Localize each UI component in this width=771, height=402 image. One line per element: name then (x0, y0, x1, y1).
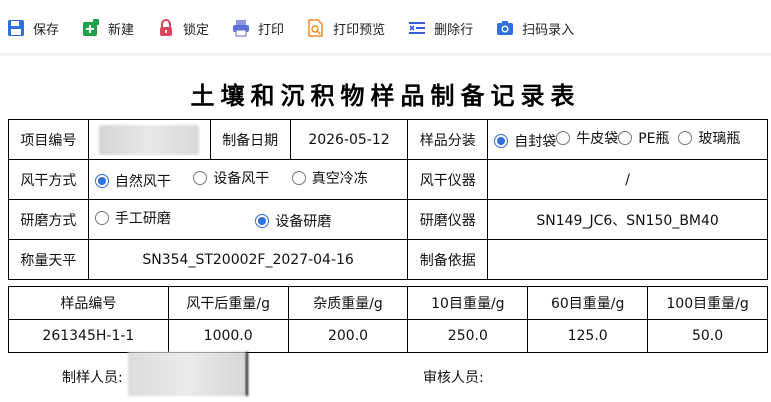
radio-label: 设备研磨 (275, 214, 332, 230)
dry-instrument-value[interactable]: / (487, 159, 768, 200)
radio-dot (556, 131, 571, 145)
radio-dot (193, 171, 208, 185)
radio-pack-kraft[interactable]: 牛皮袋 (556, 128, 618, 148)
pack-label: 样品分装 (407, 119, 489, 160)
scan-button[interactable]: 扫码录入 (495, 13, 574, 43)
new-label: 新建 (108, 22, 135, 38)
radio-dry-vacuum[interactable]: 真空冷冻 (291, 168, 368, 188)
project-no-value[interactable] (87, 119, 211, 160)
dry-method-options: 自然风干 设备风干 真空冷冻 (87, 159, 409, 200)
radio-dry-device[interactable]: 设备风干 (193, 168, 269, 188)
scan-label: 扫码录入 (522, 22, 575, 38)
pack-options: 自封袋 牛皮袋 PE瓶 玻璃瓶 (487, 119, 768, 160)
basis-value[interactable] (487, 239, 768, 280)
header-impurity-weight: 杂质重量/g (287, 286, 409, 320)
radio-label: 牛皮袋 (576, 131, 619, 147)
print-preview-label: 打印预览 (333, 22, 386, 38)
print-icon (231, 18, 251, 38)
grind-instrument-label: 研磨仪器 (407, 199, 489, 240)
radio-label: 手工研磨 (114, 211, 171, 227)
radio-dot (94, 211, 109, 225)
dry-instrument-label: 风干仪器 (407, 159, 489, 200)
table-row[interactable]: 261345H-1-1 1000.0 200.0 250.0 125.0 50.… (8, 319, 768, 353)
dry-method-label: 风干方式 (8, 159, 89, 200)
balance-value[interactable]: SN354_ST20002F_2027-04-16 (87, 239, 409, 280)
basis-label: 制备依据 (407, 239, 489, 280)
radio-dot (94, 174, 109, 188)
grind-instrument-value[interactable]: SN149_JC6、SN150_BM40 (487, 199, 768, 240)
print-preview-icon (306, 18, 326, 38)
save-icon (6, 18, 26, 38)
cell-impurity-weight[interactable]: 200.0 (287, 319, 409, 353)
cell-100-mesh[interactable]: 50.0 (647, 319, 768, 353)
radio-dot (291, 171, 306, 185)
radio-label: 自封袋 (514, 134, 557, 150)
page-title: 土壤和沉积物样品制备记录表 (190, 82, 581, 110)
preparer-signature-redacted[interactable] (128, 352, 248, 396)
lock-button[interactable]: 锁定 (156, 13, 209, 43)
print-button[interactable]: 打印 (231, 13, 284, 43)
radio-dot (494, 134, 509, 148)
preparer-label: 制样人员: (62, 370, 123, 386)
redacted-project-no (99, 124, 200, 155)
lock-icon (156, 18, 176, 38)
header-60-mesh: 60目重量/g (527, 286, 649, 320)
radio-label: 自然风干 (114, 174, 171, 190)
prep-date-value[interactable]: 2026-05-12 (289, 119, 409, 160)
grind-method-label: 研磨方式 (8, 199, 89, 240)
table-header-row: 样品编号 风干后重量/g 杂质重量/g 10目重量/g 60目重量/g 100目… (8, 286, 768, 320)
cell-air-dry-weight[interactable]: 1000.0 (167, 319, 289, 353)
radio-pack-pe[interactable]: PE瓶 (618, 128, 670, 148)
radio-dot (618, 131, 633, 145)
toolbar: 保存 新建 锁定 打印 打印预览 删除行 扫码录入 (0, 0, 771, 56)
radio-dot (678, 131, 693, 145)
cell-60-mesh[interactable]: 125.0 (527, 319, 649, 353)
header-10-mesh: 10目重量/g (407, 286, 529, 320)
delete-row-icon (407, 18, 427, 38)
lock-label: 锁定 (183, 22, 210, 38)
info-table: 项目编号 制备日期 2026-05-12 样品分装 自封袋 牛皮袋 PE瓶 玻璃瓶 … (8, 119, 768, 280)
project-no-label: 项目编号 (8, 119, 89, 160)
grind-method-options: 手工研磨 设备研磨 (87, 199, 409, 240)
scan-icon (495, 18, 515, 38)
reviewer-label: 审核人员: (423, 370, 484, 386)
radio-dry-natural[interactable]: 自然风干 (94, 171, 171, 191)
cell-sample-no[interactable]: 261345H-1-1 (8, 319, 169, 353)
cell-10-mesh[interactable]: 250.0 (407, 319, 529, 353)
delete-row-label: 删除行 (434, 22, 474, 38)
radio-grind-device[interactable]: 设备研磨 (255, 211, 331, 231)
radio-dot (255, 214, 270, 228)
header-sample-no: 样品编号 (8, 286, 169, 320)
samples-table: 样品编号 风干后重量/g 杂质重量/g 10目重量/g 60目重量/g 100目… (8, 286, 768, 353)
new-icon (81, 18, 101, 38)
radio-pack-glass[interactable]: 玻璃瓶 (678, 128, 740, 148)
print-preview-button[interactable]: 打印预览 (306, 13, 385, 43)
radio-pack-ziplock[interactable]: 自封袋 (494, 131, 556, 151)
save-label: 保存 (33, 22, 60, 38)
prep-date-label: 制备日期 (209, 119, 291, 160)
save-button[interactable]: 保存 (6, 13, 59, 43)
balance-label: 称量天平 (8, 239, 89, 280)
delete-row-button[interactable]: 删除行 (407, 13, 473, 43)
header-100-mesh: 100目重量/g (647, 286, 768, 320)
new-button[interactable]: 新建 (81, 13, 134, 43)
radio-label: PE瓶 (638, 131, 670, 147)
radio-grind-manual[interactable]: 手工研磨 (94, 208, 171, 228)
radio-label: 玻璃瓶 (698, 131, 741, 147)
print-label: 打印 (258, 22, 285, 38)
header-air-dry-weight: 风干后重量/g (167, 286, 289, 320)
radio-label: 真空冷冻 (311, 171, 368, 187)
radio-label: 设备风干 (213, 171, 270, 187)
